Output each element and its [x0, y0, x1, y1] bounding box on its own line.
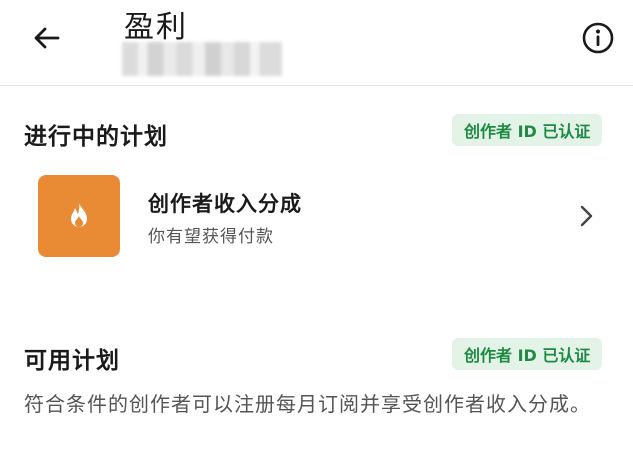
- info-circle-icon: [582, 22, 614, 54]
- header-divider: [0, 85, 633, 86]
- creator-id-verified-badge-2: 创作者 ID 已认证: [452, 338, 603, 370]
- page-title: 盈利: [124, 10, 188, 45]
- program-icon-tile: [38, 175, 120, 257]
- program-name: 创作者收入分成: [148, 192, 302, 216]
- arrow-left-icon: [34, 27, 60, 49]
- program-row-creator-revenue-share[interactable]: 创作者收入分成 你有望获得付款: [0, 166, 633, 266]
- flame-icon: [71, 202, 87, 227]
- in-progress-section-title: 进行中的计划: [24, 124, 168, 150]
- available-section-title: 可用计划: [24, 348, 120, 374]
- back-button[interactable]: [26, 18, 66, 58]
- chevron-right-icon: [572, 202, 600, 230]
- available-description: 符合条件的创作者可以注册每月订阅并享受创作者收入分成。: [24, 392, 591, 416]
- monetization-page: 盈利 进行中的计划 创作者 ID 已认证 创作者收入分成 你有望获得付款 可用计…: [0, 0, 633, 461]
- top-app-bar: 盈利: [0, 0, 633, 86]
- redacted-account-name: [122, 42, 282, 76]
- info-button[interactable]: [578, 18, 618, 58]
- creator-id-verified-badge: 创作者 ID 已认证: [452, 114, 603, 146]
- program-description: 你有望获得付款: [148, 227, 274, 247]
